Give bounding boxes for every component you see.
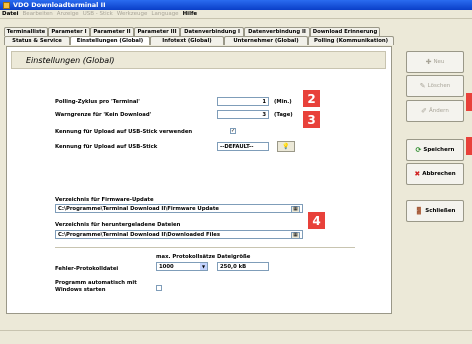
callout-marker [466,137,472,155]
separator [55,247,355,248]
tab-status-service[interactable]: Status & Service [4,36,70,45]
fw-dir-input[interactable]: C:\Programme\Terminal Download II\Firmwa… [55,204,303,213]
dl-dir-label: Verzeichnis für heruntergeladene Dateien [55,222,181,228]
tab-parameter-1[interactable]: Parameter I [48,27,90,36]
tab-download-erinnerung[interactable]: Download Erinnerung [310,27,380,36]
edit-icon: ✐ [421,107,428,115]
tab-datenverbindung-2[interactable]: Datenverbindung II [244,27,310,36]
menu-bearbeiten: Bearbeiten [22,11,53,17]
warn-input[interactable]: 3 [217,110,269,119]
close-button-label: Schließen [425,208,456,214]
callout-badge-3: 3 [303,111,320,128]
new-icon: ✚ [425,58,432,66]
folder-browse-icon[interactable]: ▦ [291,205,300,212]
tab-parameter-3[interactable]: Parameter III [134,27,180,36]
autostart-checkbox[interactable] [156,285,162,291]
tab-unternehmer-global[interactable]: Unternehmer (Global) [224,36,308,45]
delete-button-label: Löschen [427,83,451,89]
delete-button[interactable]: ✎ Löschen [406,75,464,97]
app-icon [3,1,10,9]
status-bar [0,330,472,344]
tab-strip: Terminalliste Parameter I Parameter II P… [4,27,394,45]
dl-dir-value: C:\Programme\Terminal Download II\Downlo… [58,231,221,238]
callout-marker [466,93,472,111]
tab-datenverbindung-1[interactable]: Datenverbindung I [180,27,244,36]
log-file-label: Fehler-Protokolldatei [55,266,119,272]
settings-panel: Einstellungen (Global) Polling-Zyklus pr… [6,46,392,314]
fw-dir-label: Verzeichnis für Firmware-Update [55,197,154,203]
new-button-label: Neu [433,59,445,65]
menu-language: Language [151,11,179,17]
title-bar: VDO Downloadterminal II [0,0,472,10]
menu-datei[interactable]: Datei [2,11,19,17]
fw-dir-value: C:\Programme\Terminal Download II\Firmwa… [58,205,219,212]
warn-unit: (Tage) [274,112,293,118]
usb-id-input[interactable]: --DEFAULT-- [217,142,269,151]
dl-dir-input[interactable]: C:\Programme\Terminal Download II\Downlo… [55,230,303,239]
exit-door-icon: 🚪 [414,207,424,215]
log-max-header: max. Protokollsätze [156,254,216,260]
log-size-header: Dateigröße [217,254,251,260]
section-title: Einstellungen (Global) [11,51,386,69]
change-button[interactable]: ✐ Ändern [406,100,464,122]
usb-id-checkbox[interactable]: ✓ [230,128,236,134]
new-button[interactable]: ✚ Neu [406,51,464,73]
menu-bar: Datei Bearbeiten Anzeige USB - Stick Wer… [0,10,472,19]
save-button-label: Speichern [423,147,455,153]
chevron-down-icon[interactable]: ▼ [200,263,207,270]
tab-row-1: Terminalliste Parameter I Parameter II P… [4,27,394,36]
log-max-value: 1000 [159,263,174,270]
usb-id-checkbox-label: Kennung für Upload auf USB-Stick verwend… [55,129,193,135]
refresh-icon: ⟳ [415,146,422,154]
polling-unit: (Min.) [274,99,292,105]
change-button-label: Ändern [429,108,449,114]
delete-icon: ✎ [419,82,426,90]
save-button[interactable]: ⟳ Speichern [406,139,464,161]
cancel-button-label: Abbrechen [422,171,456,177]
warn-label: Warngrenze für 'Kein Download' [55,112,152,118]
folder-browse-icon[interactable]: ▦ [291,231,300,238]
menu-werkzeuge: Werkzeuge [116,11,148,17]
autostart-label: Programm automatisch mit Windows starten [55,280,137,293]
lightbulb-icon[interactable]: 💡 [277,141,295,152]
cancel-button[interactable]: ✖ Abbrechen [406,163,464,185]
callout-badge-2: 2 [303,90,320,107]
menu-usb-stick: USB - Stick [82,11,113,17]
menu-hilfe[interactable]: Hilfe [183,11,198,17]
close-button[interactable]: 🚪 Schließen [406,200,464,222]
tab-einstellungen-global[interactable]: Einstellungen (Global) [70,36,150,45]
callout-badge-4: 4 [308,212,325,229]
log-max-select[interactable]: 1000 ▼ [156,262,208,271]
tab-terminalliste[interactable]: Terminalliste [4,27,48,36]
tab-infotext-global[interactable]: Infotext (Global) [150,36,224,45]
window-title: VDO Downloadterminal II [13,1,106,9]
tab-row-2: Status & Service Einstellungen (Global) … [4,36,394,45]
tab-parameter-2[interactable]: Parameter II [90,27,134,36]
usb-id-value-label: Kennung für Upload auf USB-Stick [55,144,158,150]
menu-anzeige: Anzeige [56,11,79,17]
polling-input[interactable]: 1 [217,97,269,106]
tab-polling-kommunikation[interactable]: Polling (Kommunikation) [308,36,394,45]
log-size-field: 250,0 kB [217,262,269,271]
close-icon: ✖ [414,170,421,178]
polling-label: Polling-Zyklus pro 'Terminal' [55,99,140,105]
